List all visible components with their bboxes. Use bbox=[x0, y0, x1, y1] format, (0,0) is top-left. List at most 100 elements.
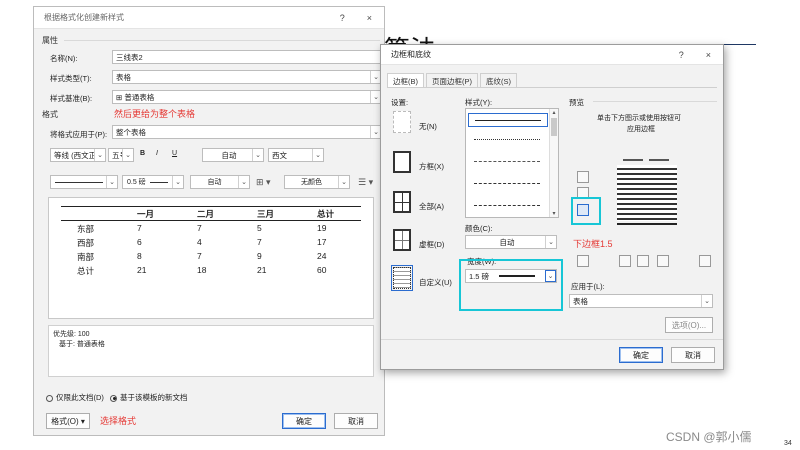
chevron-down-icon: ⌄ bbox=[252, 149, 263, 161]
style-label: 样式(Y): bbox=[465, 98, 493, 107]
setting-custom[interactable] bbox=[391, 265, 413, 291]
setting-box[interactable] bbox=[393, 151, 411, 173]
ok-button[interactable]: 确定 bbox=[619, 347, 663, 363]
apply-to-value: 整个表格 bbox=[116, 127, 146, 137]
italic-button[interactable]: I bbox=[156, 150, 158, 157]
style-list-scrollbar[interactable]: ▴ ▾ bbox=[549, 109, 558, 217]
divider bbox=[593, 101, 717, 102]
apply-to-select[interactable]: 整个表格 ⌄ bbox=[112, 125, 382, 139]
bottom-border-button[interactable] bbox=[577, 204, 589, 216]
based-on-label: 样式基准(B): bbox=[50, 94, 93, 103]
borders-grid-icon[interactable]: ⊞ ▾ bbox=[256, 177, 271, 188]
diagonal-up-button[interactable] bbox=[699, 255, 711, 267]
grid-border-icon bbox=[393, 229, 411, 251]
divider bbox=[64, 40, 380, 41]
chevron-down-icon: ⌄ bbox=[338, 176, 349, 188]
ok-button[interactable]: 确定 bbox=[282, 413, 326, 429]
line-weight-sample bbox=[149, 181, 168, 183]
style-type-select[interactable]: 表格 ⌄ bbox=[112, 70, 382, 84]
line-style-select[interactable]: ⌄ bbox=[50, 175, 118, 189]
slide-number: 34 bbox=[784, 440, 792, 447]
dialog-titlebar: 根据格式化创建新样式 ? × bbox=[34, 7, 384, 29]
inside-vertical-button[interactable] bbox=[637, 255, 649, 267]
cancel-button[interactable]: 取消 bbox=[671, 347, 715, 363]
setting-all[interactable] bbox=[393, 191, 411, 213]
diagonal-down-button[interactable] bbox=[577, 255, 589, 267]
chevron-down-icon: ⌄ bbox=[172, 176, 183, 188]
setting-all-label: 全部(A) bbox=[419, 202, 444, 211]
help-button[interactable]: ? bbox=[340, 13, 345, 23]
font-size-select[interactable]: 五号 ⌄ bbox=[108, 148, 134, 162]
dash-dot-line-sample bbox=[474, 205, 540, 206]
radio-doc-only[interactable]: 仅限此文档(D) bbox=[46, 392, 104, 403]
scroll-thumb[interactable] bbox=[551, 118, 557, 136]
custom-border-icon bbox=[393, 267, 411, 289]
based-on-select[interactable]: ⊞ 普通表格 ⌄ bbox=[112, 90, 382, 104]
options-button[interactable]: 选项(O)... bbox=[665, 317, 713, 333]
script-select[interactable]: 西文 ⌄ bbox=[268, 148, 324, 162]
cancel-button[interactable]: 取消 bbox=[334, 413, 378, 429]
bold-button[interactable]: B bbox=[140, 150, 145, 157]
left-border-button[interactable] bbox=[619, 255, 631, 267]
top-border-button[interactable] bbox=[577, 171, 589, 183]
color-select[interactable]: 自动 ⌄ bbox=[465, 235, 557, 249]
preview-top-border bbox=[61, 206, 361, 207]
help-button[interactable]: ? bbox=[679, 50, 684, 60]
line-style-list[interactable]: ▴ ▾ bbox=[465, 108, 559, 218]
preview-diagram[interactable] bbox=[617, 153, 677, 227]
slide-divider bbox=[720, 44, 756, 45]
setting-custom-label: 自定义(U) bbox=[419, 278, 452, 287]
dialog-title: 边框和底纹 bbox=[391, 50, 431, 59]
radio-new-docs[interactable]: 基于该模板的新文档 bbox=[110, 392, 188, 403]
script-value: 西文 bbox=[272, 150, 287, 160]
table-row: 东部 7 7 5 19 bbox=[77, 223, 327, 234]
tab-page-borders[interactable]: 页面边框(P) bbox=[426, 73, 478, 87]
description-based-on: 基于: 普通表格 bbox=[59, 341, 105, 348]
chevron-down-icon: ⌄ bbox=[312, 149, 323, 161]
tab-shading[interactable]: 底纹(S) bbox=[480, 73, 517, 87]
create-style-dialog: 根据格式化创建新样式 ? × 属性 名称(N): 三线表2 样式类型(T): 表… bbox=[33, 6, 385, 436]
solid-line-sample bbox=[475, 120, 541, 121]
dialog-title: 根据格式化创建新样式 bbox=[44, 13, 124, 22]
none-border-icon bbox=[393, 111, 411, 133]
border-color-select[interactable]: 自动 ⌄ bbox=[190, 175, 250, 189]
selected-line-style[interactable] bbox=[468, 113, 548, 127]
section-properties: 属性 bbox=[42, 36, 58, 45]
chevron-down-icon: ⌄ bbox=[122, 149, 133, 161]
screen: 算法 CSDN @郭小儒 34 根据格式化创建新样式 ? × 属性 名称(N):… bbox=[0, 0, 800, 450]
scroll-up-icon[interactable]: ▴ bbox=[550, 109, 558, 116]
right-border-button[interactable] bbox=[657, 255, 669, 267]
close-button[interactable]: × bbox=[706, 50, 711, 60]
font-color-select[interactable]: 自动 ⌄ bbox=[202, 148, 264, 162]
setting-none[interactable] bbox=[393, 111, 411, 133]
setting-grid[interactable] bbox=[393, 229, 411, 251]
align-icon[interactable]: ☰ ▾ bbox=[358, 177, 373, 188]
shading-select[interactable]: 无颜色 ⌄ bbox=[284, 175, 350, 189]
radio-selected-icon bbox=[110, 394, 117, 402]
scroll-down-icon[interactable]: ▾ bbox=[550, 210, 558, 217]
close-button[interactable]: × bbox=[367, 13, 372, 23]
annotation-bottom-border: 下边框1.5 bbox=[573, 239, 613, 249]
borders-shading-dialog: 边框和底纹 ? × 边框(B) 页面边框(P) 底纹(S) 设置: 无(N) 方… bbox=[380, 44, 724, 370]
style-description: 优先级: 100 基于: 普通表格 bbox=[48, 325, 374, 377]
setting-none-label: 无(N) bbox=[419, 122, 437, 131]
line-weight-select[interactable]: 0.5 磅 ⌄ bbox=[122, 175, 184, 189]
font-name-select[interactable]: 等线 (西文正文) ⌄ bbox=[50, 148, 106, 162]
tab-divider bbox=[387, 87, 717, 88]
chevron-down-icon: ⌄ bbox=[94, 149, 105, 161]
tab-borders[interactable]: 边框(B) bbox=[387, 73, 424, 87]
width-select[interactable]: 1.5 磅 ⌄ bbox=[465, 269, 557, 283]
apply-to-select[interactable]: 表格 ⌄ bbox=[569, 294, 713, 308]
name-input[interactable]: 三线表2 bbox=[112, 50, 382, 64]
color-label: 颜色(C): bbox=[465, 224, 493, 233]
preview-label: 预览 bbox=[569, 98, 584, 107]
footer-divider bbox=[381, 339, 723, 340]
apply-to-label: 应用于(L): bbox=[571, 282, 605, 291]
chevron-down-icon: ⌄ bbox=[545, 270, 556, 282]
name-label: 名称(N): bbox=[50, 54, 78, 63]
underline-button[interactable]: U bbox=[172, 150, 177, 157]
preview-table-lines bbox=[617, 165, 677, 221]
chevron-down-icon: ⌄ bbox=[238, 176, 249, 188]
apply-to-value: 表格 bbox=[573, 296, 588, 306]
format-menu-button[interactable]: 格式(O) ▾ bbox=[46, 413, 90, 429]
